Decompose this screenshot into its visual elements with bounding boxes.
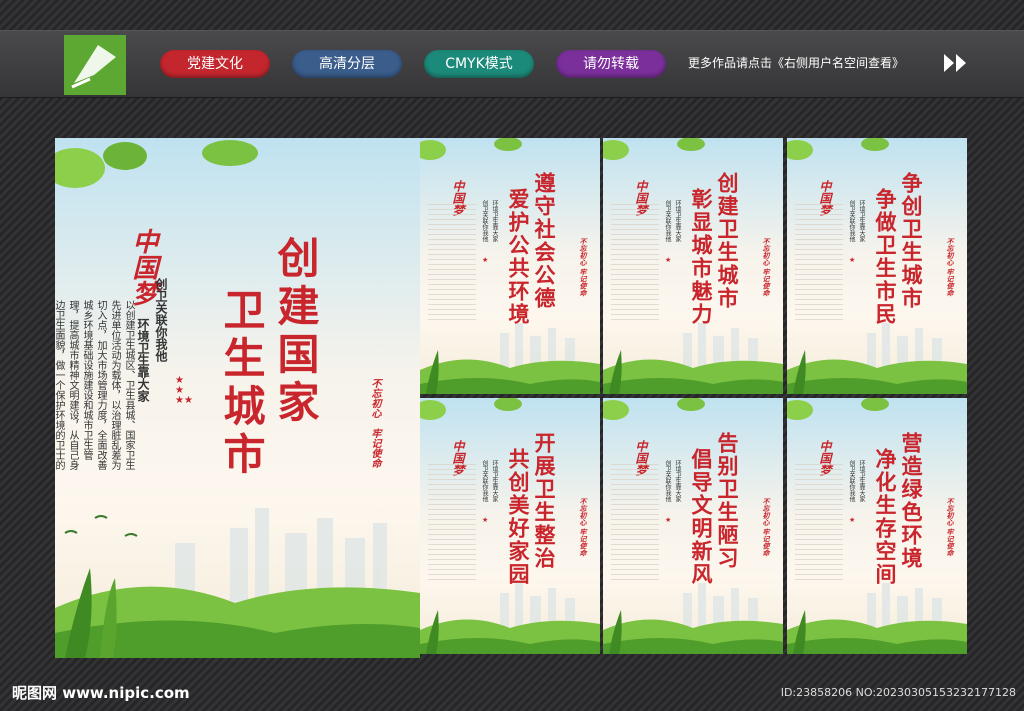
poster-subtitle-1: 创卫关联你我他 bbox=[664, 200, 671, 242]
double-arrow-icon[interactable] bbox=[944, 54, 970, 76]
poster-subtitle-2: 环境卫生靠大家 bbox=[674, 460, 681, 502]
tag-party-culture: 党建文化 bbox=[160, 50, 270, 78]
slogan-poster: 中国梦 营造绿色环境 净化生存空间 创卫关联你我他 环境卫生靠大家 不忘初心 牢记使命 ★ bbox=[787, 398, 967, 654]
poster-stamp: 不忘初心 牢记使命 bbox=[946, 238, 955, 297]
poster-star-icon: ★ bbox=[665, 516, 672, 524]
poster-slogan-line1: 遵守社会公德 bbox=[532, 172, 557, 310]
poster-body-text-lines bbox=[795, 204, 843, 324]
tag-no-repost: 请勿转载 bbox=[556, 50, 666, 78]
poster-star-icon: ★ bbox=[665, 256, 672, 264]
poster-body-text-lines bbox=[795, 464, 843, 584]
poster-stamp: 不忘初心 牢记使命 bbox=[946, 498, 955, 557]
poster-slogan-line1: 争创卫生城市 bbox=[899, 172, 924, 310]
poster-slogan-line1: 创建卫生城市 bbox=[715, 172, 740, 310]
poster-star-icon: ★ bbox=[482, 256, 489, 264]
tag-hd-layers: 高清分层 bbox=[292, 50, 402, 78]
poster-subtitle-1: 创卫关联你我他 bbox=[481, 460, 488, 502]
poster-subtitle-2: 环境卫生靠大家 bbox=[674, 200, 681, 242]
poster-star-icon: ★ bbox=[849, 256, 856, 264]
main-stamp-2: 牢记使命 bbox=[369, 428, 380, 468]
poster-slogan-line2: 争做卫生市民 bbox=[873, 188, 898, 326]
poster-subtitle-1: 创卫关联你我他 bbox=[848, 460, 855, 502]
star-decoration-icon: ★ ★ ★★ bbox=[175, 375, 193, 406]
poster-subtitle-2: 环境卫生靠大家 bbox=[491, 200, 498, 242]
poster-body-text-lines bbox=[611, 204, 659, 324]
main-poster: 中国梦 创建国家 卫生城市 ★ ★ ★★ 创卫关联你我他 环境卫生靠大家 以创建卫生… bbox=[55, 138, 420, 658]
poster-star-icon: ★ bbox=[849, 516, 856, 524]
poster-slogan-line2: 净化生存空间 bbox=[873, 448, 898, 586]
slogan-poster: 中国梦 遵守社会公德 爱护公共环境 创卫关联你我他 环境卫生靠大家 不忘初心 牢记使命 ★ bbox=[420, 138, 600, 394]
site-watermark: 昵图网 www.nipic.com bbox=[12, 684, 190, 702]
slogan-poster: 中国梦 开展卫生整治 共创美好家园 创卫关联你我他 环境卫生靠大家 不忘初心 牢记使命 ★ bbox=[420, 398, 600, 654]
image-id: ID:23858206 NO:20230305153232177128 bbox=[780, 686, 1016, 699]
main-stamp-1: 不忘初心 bbox=[369, 378, 380, 418]
poster-subtitle-1: 创卫关联你我他 bbox=[848, 200, 855, 242]
poster-subtitle-2: 环境卫生靠大家 bbox=[491, 460, 498, 502]
main-title-line1: 创建国家 bbox=[271, 236, 320, 428]
brand-logo-icon bbox=[64, 35, 126, 95]
slogan-poster: 中国梦 创建卫生城市 彰显城市魅力 创卫关联你我他 环境卫生靠大家 不忘初心 牢记使命 ★ bbox=[603, 138, 783, 394]
poster-stamp: 不忘初心 牢记使命 bbox=[762, 498, 771, 557]
slogan-poster: 中国梦 告别卫生陋习 倡导文明新风 创卫关联你我他 环境卫生靠大家 不忘初心 牢记使命 ★ bbox=[603, 398, 783, 654]
poster-slogan-line1: 营造绿色环境 bbox=[899, 432, 924, 570]
more-works-link[interactable]: 更多作品请点击《右侧用户名空间查看》 bbox=[688, 54, 904, 71]
poster-slogan-line2: 爱护公共环境 bbox=[506, 188, 531, 326]
poster-stamp: 不忘初心 牢记使命 bbox=[762, 238, 771, 297]
poster-body-text-lines bbox=[428, 464, 476, 584]
main-subtitle-1: 创卫关联你我他 bbox=[154, 278, 168, 362]
poster-slogan-line2: 共创美好家园 bbox=[506, 448, 531, 586]
poster-body-text-lines bbox=[611, 464, 659, 584]
poster-slogan-line2: 彰显城市魅力 bbox=[689, 188, 714, 326]
poster-slogan-line1: 告别卫生陋习 bbox=[715, 432, 740, 570]
poster-subtitle-2: 环境卫生靠大家 bbox=[858, 460, 865, 502]
poster-stamp: 不忘初心 牢记使命 bbox=[579, 498, 588, 557]
poster-slogan-line2: 倡导文明新风 bbox=[689, 448, 714, 586]
main-body-text: 以创建卫生城区、卫生县城、国家卫生先进单位活动为载体，以治理脏乱差为切入点，加大… bbox=[55, 300, 134, 470]
poster-star-icon: ★ bbox=[482, 516, 489, 524]
poster-subtitle-1: 创卫关联你我他 bbox=[481, 200, 488, 242]
main-subtitle-2: 环境卫生靠大家 bbox=[136, 318, 150, 402]
poster-subtitle-2: 环境卫生靠大家 bbox=[858, 200, 865, 242]
main-title-line2: 卫生城市 bbox=[217, 288, 266, 480]
tag-cmyk: CMYK模式 bbox=[424, 50, 534, 78]
poster-stamp: 不忘初心 牢记使命 bbox=[579, 238, 588, 297]
slogan-poster: 中国梦 争创卫生城市 争做卫生市民 创卫关联你我他 环境卫生靠大家 不忘初心 牢记使命 ★ bbox=[787, 138, 967, 394]
poster-body-text-lines bbox=[428, 204, 476, 324]
poster-subtitle-1: 创卫关联你我他 bbox=[664, 460, 671, 502]
poster-slogan-line1: 开展卫生整治 bbox=[532, 432, 557, 570]
